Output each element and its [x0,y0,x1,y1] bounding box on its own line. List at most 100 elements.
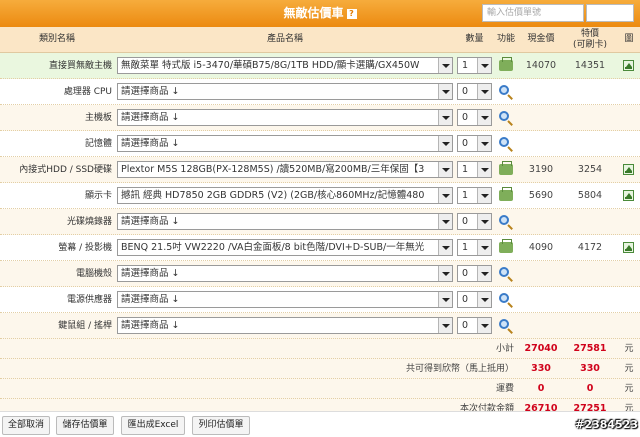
row-function-button[interactable] [498,57,514,74]
table-row: 電源供應器 請選擇商品 ↓ 0 [0,287,640,313]
col-qty: 數量 [465,34,484,45]
product-select[interactable]: 請選擇商品 ↓ [117,317,453,334]
chevron-down-icon [477,214,491,229]
tool-icon [499,57,513,71]
cash-price [518,131,564,157]
chevron-down-icon [477,84,491,99]
chevron-down-icon [477,266,491,281]
cash-price [518,105,564,131]
row-category: 顯示卡 [84,191,112,201]
quantity-select[interactable]: 0 [457,265,492,282]
magnifier-icon [499,293,509,303]
summary-card: 330 [580,363,600,374]
row-function-button[interactable] [498,136,514,152]
product-select[interactable]: 無敵菜單 特式版 i5-3470/華碩B75/8G/1TB HDD/顯卡選購/G… [117,57,453,74]
quantity-select[interactable]: 0 [457,213,492,230]
product-select[interactable]: 請選擇商品 ↓ [117,213,453,230]
card-price [564,79,616,105]
cash-price: 4090 [528,242,554,253]
row-category: 記憶體 [84,139,112,149]
product-image-icon[interactable] [623,190,634,201]
col-func: 功能 [496,34,515,45]
table-row: 內接式HDD / SSD硬碟 Plextor M5S 128GB(PX-128M… [0,157,640,183]
row-function-button[interactable] [498,187,514,204]
row-category: 光碟燒錄器 [66,217,112,227]
table-row: 顯示卡 撼訊 經典 HD7850 2GB GDDR5 (V2) (2GB/核心8… [0,183,640,209]
product-select[interactable]: BENQ 21.5吋 VW2220 /VA白金面板/8 bit色階/DVI+D-… [117,239,453,256]
quantity-select[interactable]: 1 [457,187,492,204]
product-select[interactable]: 請選擇商品 ↓ [117,109,453,126]
row-function-button[interactable] [498,161,514,178]
product-image-icon[interactable] [623,242,634,253]
product-image-icon[interactable] [623,60,634,71]
card-price [564,261,616,287]
row-function-button[interactable] [498,239,514,256]
cash-price [518,79,564,105]
table-row: 主機板 請選擇商品 ↓ 0 [0,105,640,131]
table-row: 電腦機殼 請選擇商品 ↓ 0 [0,261,640,287]
cash-price [518,209,564,235]
quantity-select[interactable]: 0 [457,317,492,334]
summary-card: 27581 [573,343,607,354]
summary-cash: 330 [531,363,551,374]
cash-price [518,261,564,287]
quote-number-input[interactable]: 輸入估價單號 [482,4,584,22]
row-function-button[interactable] [498,266,514,282]
product-select[interactable]: 請選擇商品 ↓ [117,135,453,152]
summary-cash: 0 [537,383,545,394]
product-select[interactable]: 請選擇商品 ↓ [117,83,453,100]
cash-price: 3190 [528,164,554,175]
chevron-down-icon [438,188,452,203]
chevron-down-icon [477,318,491,333]
summary-unit: 元 [624,344,634,354]
quantity-select[interactable]: 1 [457,57,492,74]
row-category: 電源供應器 [66,295,112,305]
col-cash: 現金價 [527,34,555,45]
chevron-down-icon [477,162,491,177]
quantity-select[interactable]: 1 [457,239,492,256]
quantity-select[interactable]: 0 [457,83,492,100]
row-function-button[interactable] [498,318,514,334]
card-price: 5804 [577,190,603,201]
product-select[interactable]: 請選擇商品 ↓ [117,265,453,282]
print-quote-button[interactable]: 列印估價單 [192,416,250,435]
quantity-select[interactable]: 0 [457,109,492,126]
col-product: 產品名稱 [266,34,303,45]
magnifier-icon [499,215,509,225]
magnifier-icon [499,85,509,95]
row-function-button[interactable] [498,292,514,308]
card-price [564,287,616,313]
search-button[interactable] [586,4,634,22]
cash-price: 14070 [525,60,557,71]
magnifier-icon [499,137,509,147]
quantity-select[interactable]: 0 [457,135,492,152]
export-excel-button[interactable]: 匯出成Excel [121,416,185,435]
col-img: 圖 [624,34,634,45]
row-category: 內接式HDD / SSD硬碟 [19,165,112,175]
product-select[interactable]: 撼訊 經典 HD7850 2GB GDDR5 (V2) (2GB/核心860MH… [117,187,453,204]
row-function-button[interactable] [498,214,514,230]
chevron-down-icon [438,58,452,73]
row-function-button[interactable] [498,84,514,100]
quantity-select[interactable]: 0 [457,291,492,308]
tool-icon [499,239,513,253]
row-function-button[interactable] [498,110,514,126]
card-price: 3254 [577,164,603,175]
quantity-select[interactable]: 1 [457,161,492,178]
chevron-down-icon [438,162,452,177]
cash-price [518,287,564,313]
card-price [564,313,616,339]
help-icon[interactable]: ? [346,9,357,19]
row-category: 螢幕 / 投影機 [58,243,112,253]
product-select[interactable]: Plextor M5S 128GB(PX-128M5S) /讀520MB/寫20… [117,161,453,178]
cash-price: 5690 [528,190,554,201]
col-card: 特價 (可刷卡) [572,28,608,50]
chevron-down-icon [438,318,452,333]
clear-all-button[interactable]: 全部取消 [2,416,50,435]
product-image-icon[interactable] [623,164,634,175]
table-header: 類別名稱 產品名稱 數量 功能 現金價 特價 (可刷卡) 圖 [0,27,640,53]
save-quote-button[interactable]: 儲存估價單 [56,416,114,435]
watermark: #2384523 [575,418,638,431]
chevron-down-icon [438,84,452,99]
product-select[interactable]: 請選擇商品 ↓ [117,291,453,308]
